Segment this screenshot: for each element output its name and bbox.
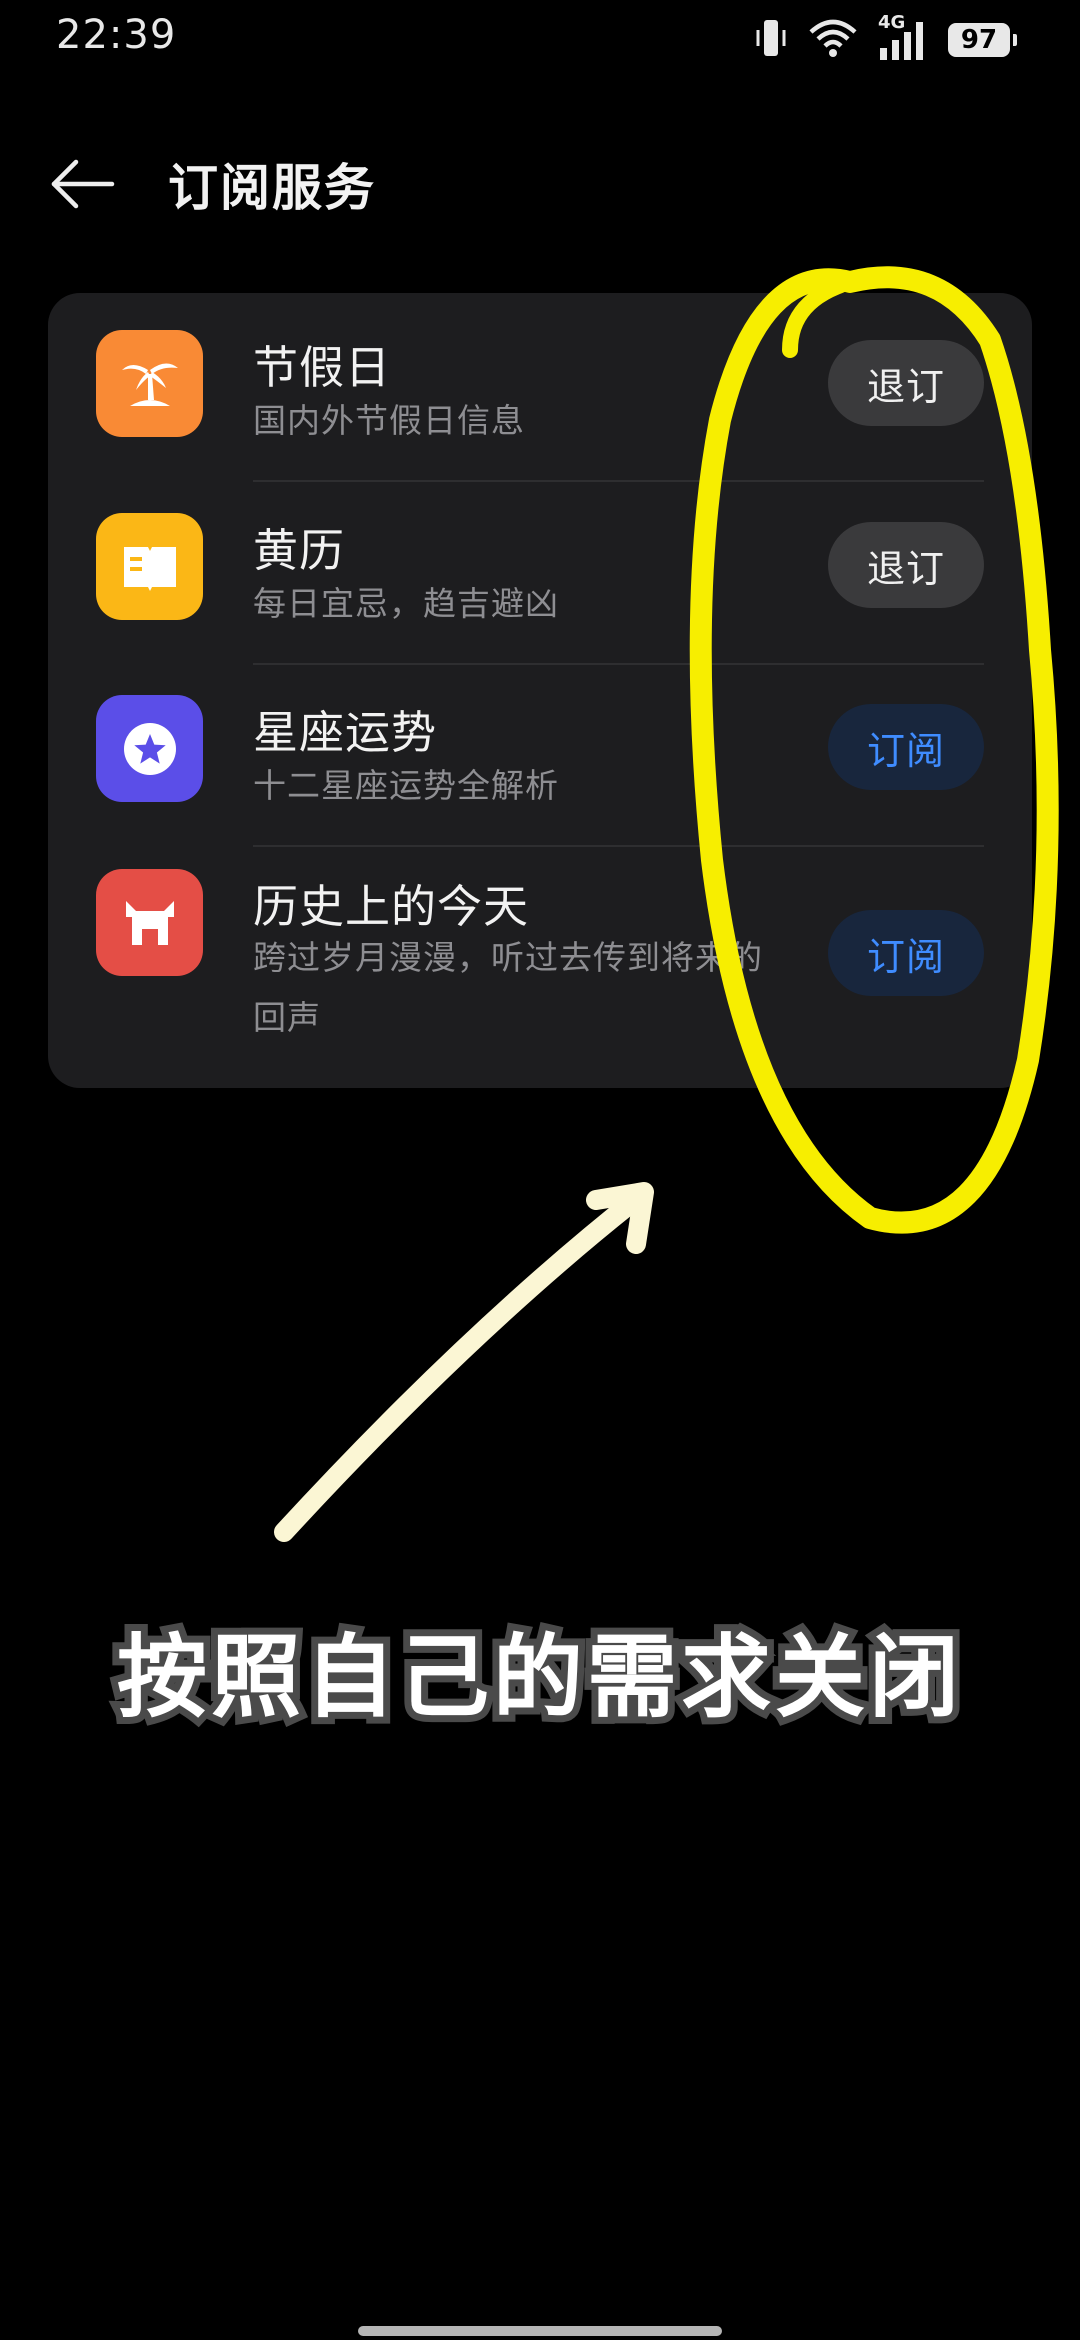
status-icons: 4G 97 [754, 12, 1017, 64]
cellular-signal-icon: 4G [878, 12, 928, 62]
service-description: 十二星座运势全解析 [253, 766, 559, 805]
service-title: 节假日 [253, 341, 392, 394]
back-button[interactable] [46, 148, 118, 220]
header: 订阅服务 [0, 120, 1080, 240]
list-item[interactable]: 历史上的今天 跨过岁月漫漫，听过去传到将来的回声 订阅 [48, 846, 1032, 1088]
service-description: 每日宜忌，趋吉避凶 [253, 584, 559, 623]
subscribe-button[interactable]: 订阅 [828, 704, 984, 790]
arrow-icon [274, 1186, 650, 1542]
history-gate-icon [96, 869, 203, 976]
annotation-text: 按照自己的需求关闭 [117, 1625, 963, 1730]
unsubscribe-button[interactable]: 退订 [828, 522, 984, 608]
service-description: 国内外节假日信息 [253, 401, 525, 440]
service-description: 跨过岁月漫漫，听过去传到将来的回声 [253, 938, 763, 1037]
service-title: 黄历 [253, 524, 346, 577]
unsubscribe-button[interactable]: 退订 [828, 340, 984, 426]
list-item[interactable]: 黄历 每日宜忌，趋吉避凶 退订 [48, 482, 1032, 665]
back-arrow-icon [51, 159, 115, 209]
home-indicator[interactable] [358, 2326, 722, 2336]
book-icon [96, 513, 203, 620]
battery-indicator: 97 [948, 23, 1017, 57]
service-title: 星座运势 [253, 706, 438, 759]
star-badge-icon [96, 695, 203, 802]
list-item[interactable]: 星座运势 十二星座运势全解析 订阅 [48, 664, 1032, 847]
status-time: 22:39 [56, 12, 177, 58]
status-bar: 22:39 4G 97 [0, 0, 1080, 80]
list-item[interactable]: 节假日 国内外节假日信息 退订 [48, 293, 1032, 482]
wifi-icon [808, 18, 858, 62]
palm-tree-icon [96, 330, 203, 437]
subscription-list: 节假日 国内外节假日信息 退订 黄历 每日宜忌，趋吉避凶 退订 星座运势 十二星… [48, 293, 1032, 1088]
service-title: 历史上的今天 [253, 880, 530, 933]
page-title: 订阅服务 [168, 159, 376, 217]
vibrate-icon [754, 18, 788, 62]
subscribe-button[interactable]: 订阅 [828, 910, 984, 996]
